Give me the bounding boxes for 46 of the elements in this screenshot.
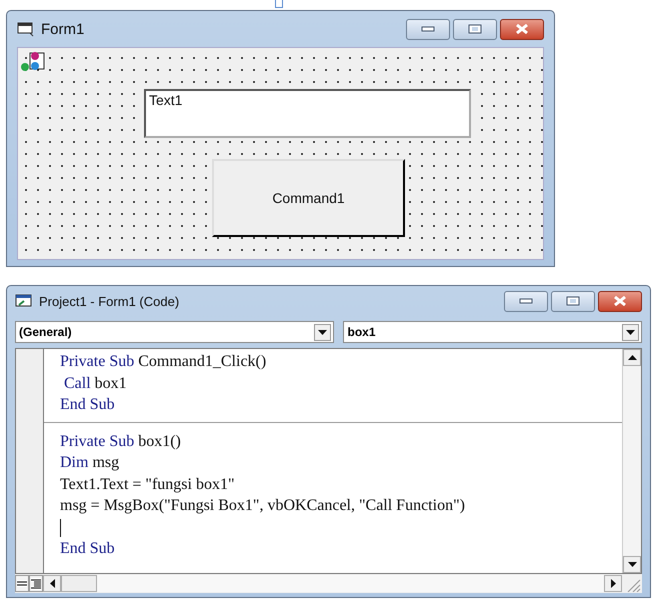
code-line: msg = MsgBox("Fungsi Box1", vbOKCancel, "Call Function") [60, 497, 465, 514]
minimize-button[interactable] [504, 290, 548, 312]
code-line: End Sub [60, 540, 115, 557]
scroll-left-button[interactable] [43, 575, 61, 592]
text-box[interactable]: Text1 [144, 89, 471, 138]
up-arrow-icon [628, 355, 636, 360]
lines-icon [17, 580, 27, 588]
minimize-button[interactable] [406, 18, 450, 40]
scroll-down-button[interactable] [623, 556, 641, 573]
scroll-thumb[interactable] [61, 575, 97, 592]
close-icon [515, 24, 529, 34]
left-arrow-icon [50, 579, 54, 588]
minimize-icon [421, 26, 435, 32]
lines-icon [31, 578, 41, 588]
vertical-scrollbar[interactable] [622, 349, 641, 573]
dropdown-arrow-icon [626, 330, 635, 334]
code-line: Private Sub Command1_Click() [60, 353, 266, 370]
object-dropdown[interactable]: (General) [15, 321, 334, 343]
maximize-icon [566, 296, 580, 306]
maximize-icon [468, 24, 482, 34]
code-line: Text1.Text = "fungsi box1" [60, 476, 234, 492]
horizontal-scrollbar[interactable] [43, 575, 622, 592]
dropdown-arrow-icon [318, 330, 328, 334]
code-window-icon [15, 294, 33, 308]
window-title: Project1 - Form1 (Code) [39, 294, 180, 308]
window-title: Form1 [41, 20, 84, 38]
right-arrow-icon [610, 579, 616, 588]
procedure-view-button[interactable] [15, 575, 29, 592]
scroll-up-button[interactable] [623, 349, 641, 366]
code-line: Dim msg [60, 454, 120, 471]
procedure-dropdown[interactable]: box1 [343, 321, 642, 343]
form-icon [17, 21, 35, 37]
code-line: Private Sub box1() [60, 432, 181, 450]
close-button[interactable] [598, 290, 642, 312]
scroll-right-button[interactable] [604, 575, 622, 592]
full-module-view-button[interactable] [29, 575, 43, 592]
code-line: Call box1 [63, 374, 127, 392]
maximize-button[interactable] [551, 290, 595, 312]
code-line: End Sub [60, 396, 115, 413]
minimize-icon [519, 298, 533, 304]
command-button[interactable]: Command1 [212, 159, 405, 237]
close-button[interactable] [500, 18, 544, 40]
close-icon [613, 296, 627, 306]
down-arrow-icon [628, 562, 636, 567]
resize-handle[interactable] [275, 0, 283, 8]
maximize-button[interactable] [453, 18, 497, 40]
